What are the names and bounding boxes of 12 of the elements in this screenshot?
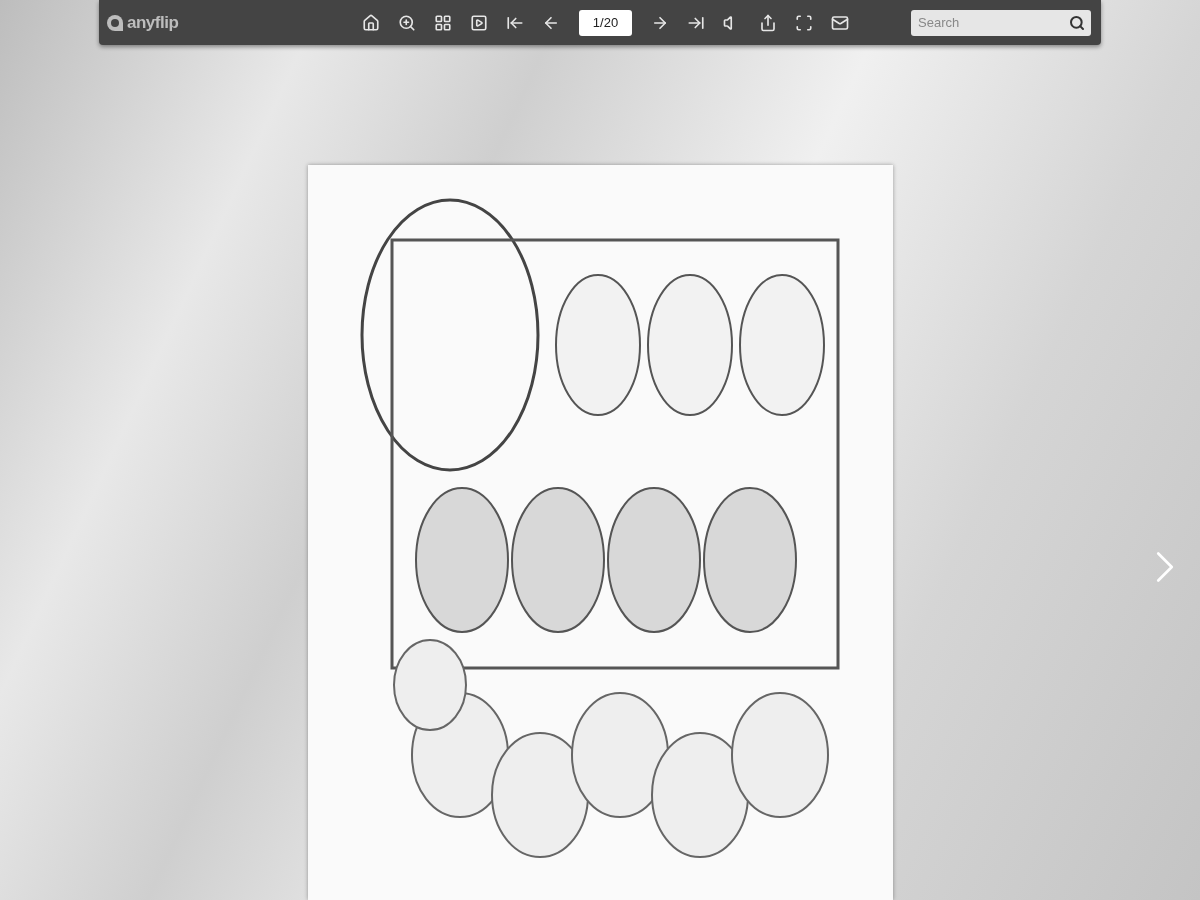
search-icon[interactable]: [1069, 14, 1085, 31]
zoom-in-icon[interactable]: [398, 13, 416, 32]
logo-text: anyflip: [127, 12, 179, 33]
logo-icon: [106, 13, 124, 32]
fullscreen-icon[interactable]: [795, 13, 813, 32]
search-field[interactable]: Search: [911, 9, 1091, 36]
grid-icon[interactable]: [434, 13, 452, 32]
home-icon[interactable]: [362, 13, 380, 32]
share-icon[interactable]: [759, 13, 777, 32]
mail-icon[interactable]: [831, 13, 849, 32]
play-icon[interactable]: [470, 13, 488, 32]
page-number-field[interactable]: 1/20: [579, 9, 632, 36]
